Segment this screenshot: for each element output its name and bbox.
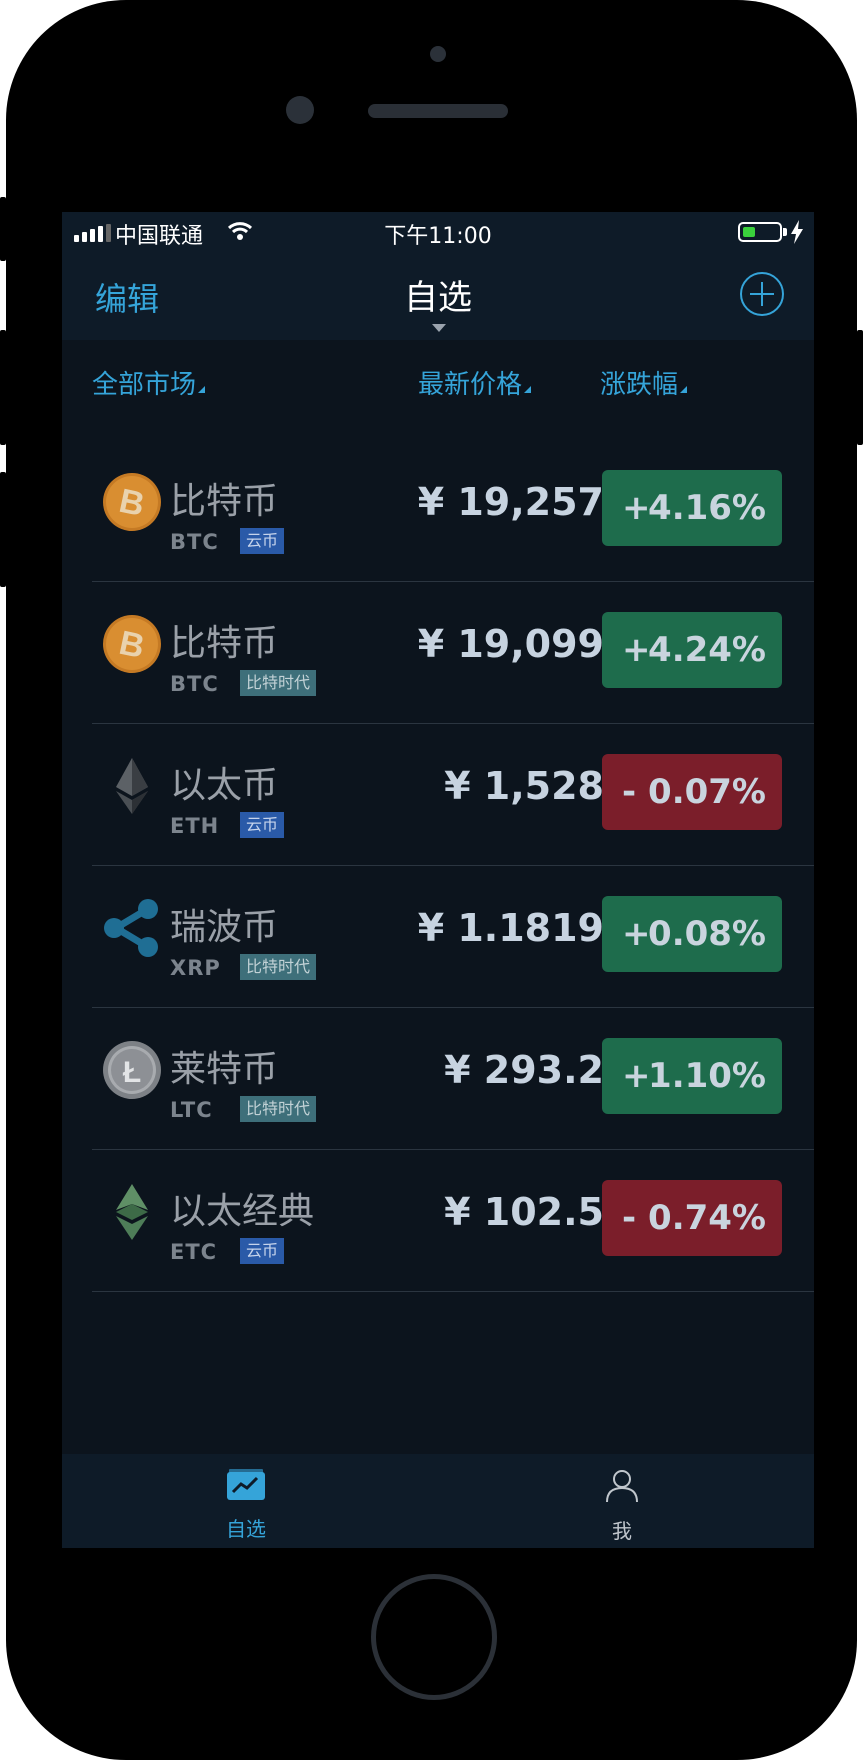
price-sort[interactable]: 最新价格	[418, 364, 532, 401]
coin-price: ¥ 1.1819	[417, 906, 604, 950]
coin-row[interactable]: B 比特币 BTC 比特时代 ¥ 19,099 +4.24%	[92, 582, 814, 724]
change-sign: -	[622, 1198, 637, 1238]
coin-price: ¥ 1,528	[444, 764, 604, 808]
coin-symbol: ETC	[170, 1240, 218, 1264]
coin-name: 比特币	[170, 481, 279, 522]
coin-name: 瑞波币	[170, 907, 279, 948]
column-header: 全部市场 最新价格 涨跌幅	[62, 340, 814, 420]
change-percent: 0.07%	[648, 772, 766, 812]
tab-watchlist-label: 自选	[226, 1517, 266, 1541]
app-screen: 中国联通 下午11:00 编辑 自选 全部市场 最新价格 涨跌幅 B 比特币 BTC	[62, 212, 814, 1548]
coin-row[interactable]: B 比特币 BTC 云币 ¥ 19,257 +4.16%	[92, 440, 814, 582]
status-time: 下午11:00	[384, 224, 492, 249]
coin-name: 莱特币	[170, 1049, 279, 1090]
exchange-tag: 云币	[240, 1238, 285, 1264]
coin-row[interactable]: 以太经典 ETC 云币 ¥ 102.5-0.74%	[92, 1150, 814, 1292]
change-percent: 0.74%	[648, 1198, 766, 1238]
front-camera	[286, 96, 314, 124]
bitcoin-icon: B	[102, 472, 162, 532]
change-sort[interactable]: 涨跌幅	[600, 364, 688, 401]
change-sign: +	[622, 914, 651, 954]
user-icon	[606, 1470, 638, 1503]
change-badge[interactable]: +4.16%	[602, 470, 782, 546]
earpiece-speaker	[368, 104, 508, 118]
coin-name: 比特币	[170, 623, 279, 664]
exchange-tag: 比特时代	[240, 670, 317, 696]
change-badge[interactable]: +0.08%	[602, 896, 782, 972]
coin-name: 以太币	[170, 765, 279, 806]
battery-icon	[738, 222, 782, 242]
coin-name: 以太经典	[170, 1191, 315, 1232]
coin-symbol: XRP	[170, 956, 221, 980]
sort-corner-icon	[524, 386, 532, 393]
tab-me-label: 我	[612, 1519, 632, 1543]
change-sign: -	[622, 772, 637, 812]
litecoin-icon: Ł	[102, 1040, 162, 1100]
coin-symbol: ETH	[170, 814, 220, 838]
market-filter[interactable]: 全部市场	[92, 364, 206, 401]
change-sign: +	[622, 630, 651, 670]
tab-me[interactable]: 我	[562, 1468, 682, 1544]
caret-down-icon[interactable]	[432, 324, 446, 332]
change-percent: 4.24%	[648, 630, 766, 670]
coin-price: ¥ 19,099	[417, 622, 604, 666]
plus-circle-icon[interactable]	[740, 272, 784, 316]
coin-symbol: BTC	[170, 530, 219, 554]
change-badge[interactable]: -0.74%	[602, 1180, 782, 1256]
exchange-tag: 比特时代	[240, 1096, 317, 1122]
tab-watchlist[interactable]: 自选	[186, 1468, 306, 1542]
chart-icon	[227, 1469, 265, 1500]
coin-price: ¥ 19,257	[417, 480, 604, 524]
coin-symbol: BTC	[170, 672, 219, 696]
power-button	[857, 330, 863, 445]
charging-icon	[791, 220, 803, 244]
battery-tip	[783, 228, 787, 236]
change-badge[interactable]: +4.24%	[602, 612, 782, 688]
volume-down-button	[0, 472, 6, 587]
coin-symbol: LTC	[170, 1098, 213, 1122]
change-percent: 0.08%	[648, 914, 766, 954]
status-bar: 中国联通 下午11:00	[62, 212, 814, 254]
ethereum-icon	[102, 756, 162, 816]
change-badge[interactable]: +1.10%	[602, 1038, 782, 1114]
coin-row[interactable]: 以太币 ETH 云币 ¥ 1,528-0.07%	[92, 724, 814, 866]
bitcoin-icon: B	[102, 614, 162, 674]
sort-corner-icon	[198, 386, 206, 393]
tab-bar: 自选 我	[62, 1454, 814, 1548]
coin-row[interactable]: 瑞波币 XRP 比特时代 ¥ 1.1819 +0.08%	[92, 866, 814, 1008]
change-percent: 4.16%	[648, 488, 766, 528]
ethereum-classic-icon	[102, 1182, 162, 1242]
phone-frame: 中国联通 下午11:00 编辑 自选 全部市场 最新价格 涨跌幅 B 比特币 BTC	[6, 0, 857, 1760]
ripple-icon	[102, 898, 162, 958]
change-sign: +	[622, 1056, 651, 1096]
nav-bar: 编辑 自选	[62, 254, 814, 340]
sort-corner-icon	[680, 386, 688, 393]
change-sign: +	[622, 488, 651, 528]
coin-row[interactable]: Ł 莱特币 LTC 比特时代 ¥ 293.2 +1.10%	[92, 1008, 814, 1150]
change-badge[interactable]: -0.07%	[602, 754, 782, 830]
mute-switch	[0, 197, 6, 261]
page-title[interactable]: 自选	[62, 270, 814, 319]
volume-up-button	[0, 330, 6, 445]
exchange-tag: 云币	[240, 528, 285, 554]
svg-text:Ł: Ł	[123, 1056, 141, 1089]
proximity-sensor	[430, 46, 446, 62]
coin-price: ¥ 102.5	[444, 1190, 604, 1234]
exchange-tag: 云币	[240, 812, 285, 838]
coin-price: ¥ 293.2	[444, 1048, 604, 1092]
home-button[interactable]	[371, 1574, 497, 1700]
exchange-tag: 比特时代	[240, 954, 317, 980]
change-percent: 1.10%	[648, 1056, 766, 1096]
